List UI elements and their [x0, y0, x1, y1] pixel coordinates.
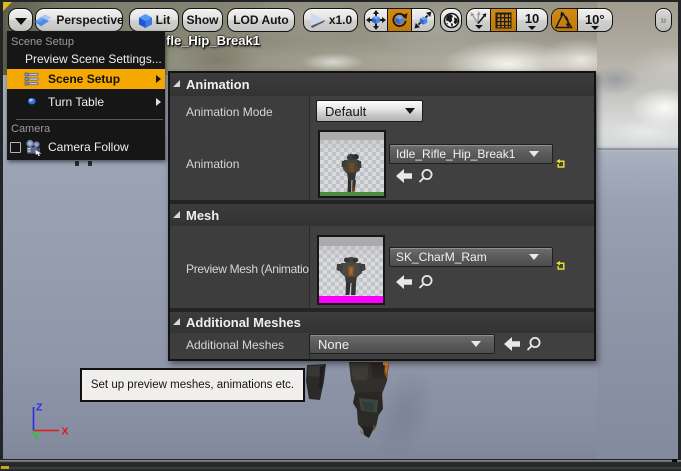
svg-text:Z: Z [36, 402, 43, 414]
svg-text:X: X [62, 426, 69, 438]
svg-text:Y: Y [33, 432, 40, 441]
